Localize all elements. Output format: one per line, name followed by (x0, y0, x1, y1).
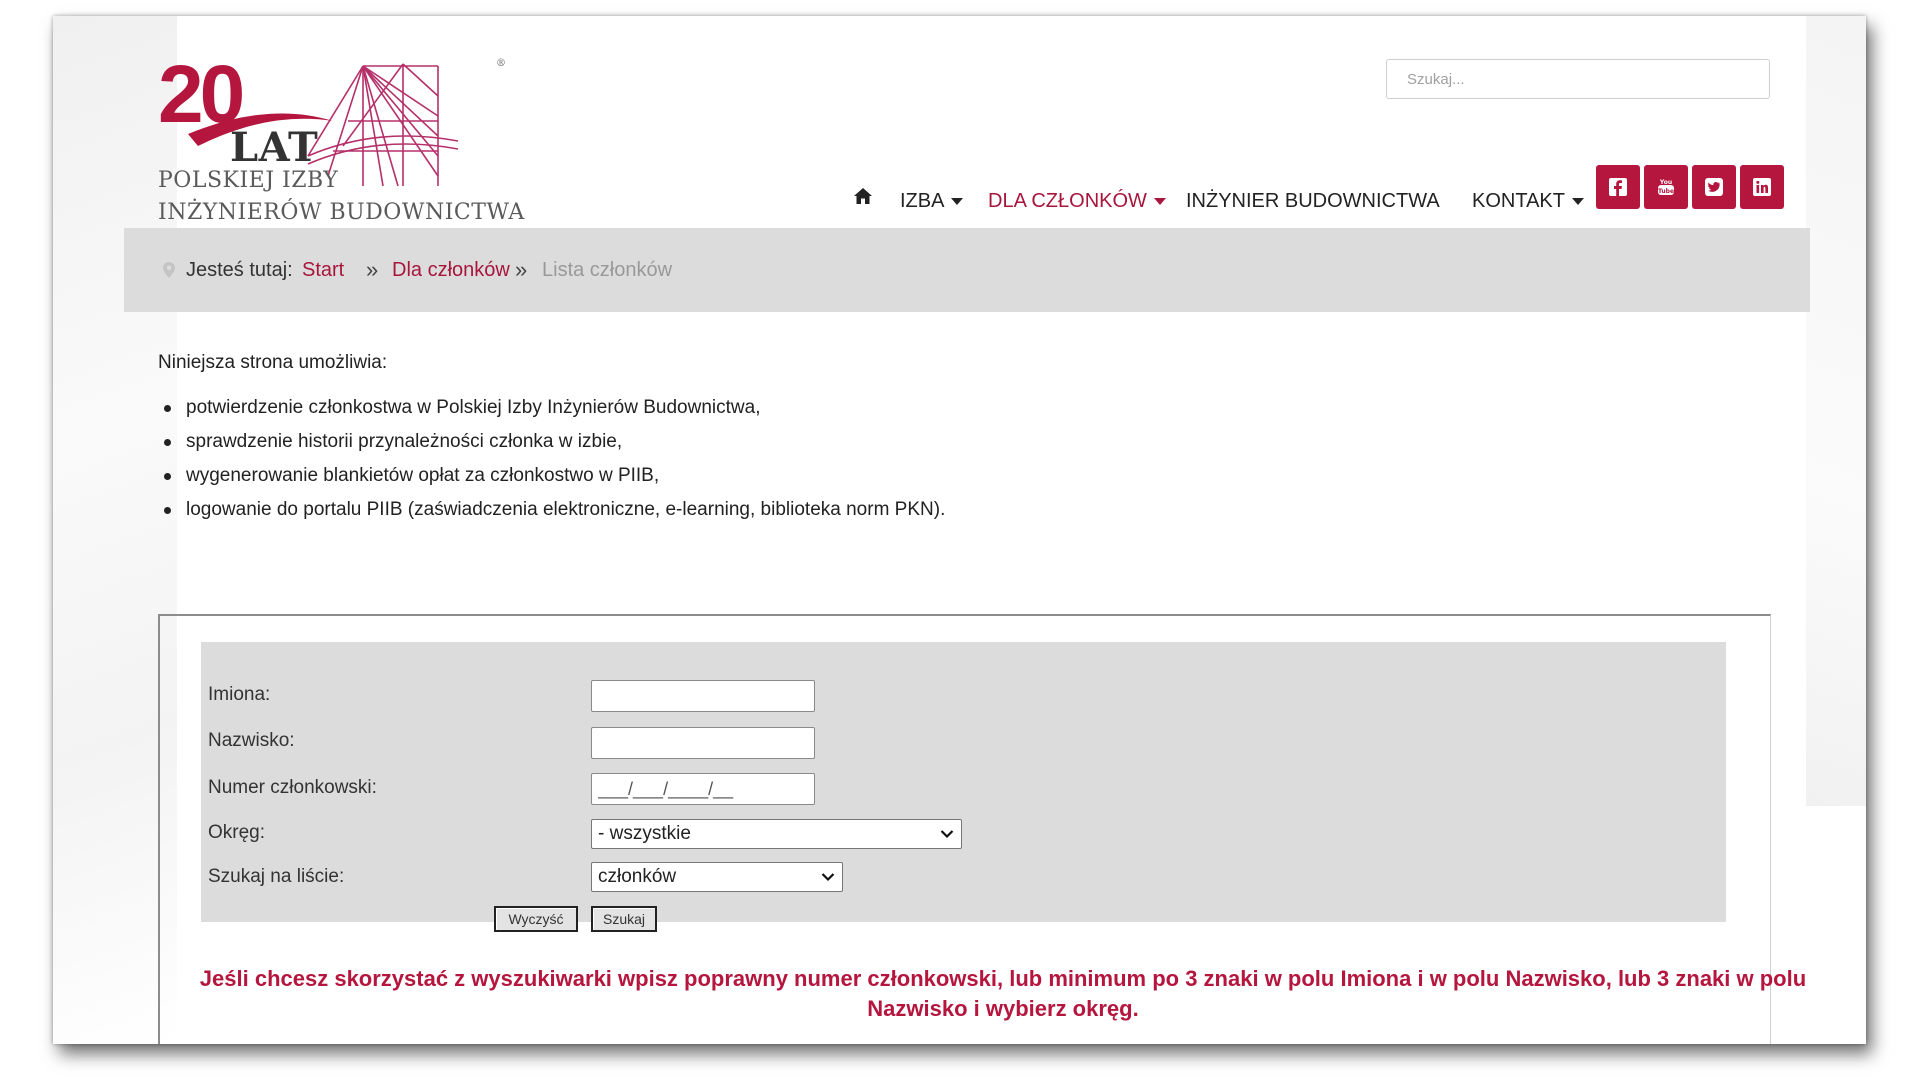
breadcrumb-separator: » (366, 257, 379, 282)
youtube-button[interactable]: You Tube (1644, 165, 1688, 209)
site-header: 20 LAT POLSKIEJ IZBY INŻYNIERÓW BUDOWNIC… (53, 16, 1866, 228)
list-item: potwierdzenie członkostwa w Polskiej Izb… (158, 391, 945, 425)
home-icon[interactable] (853, 186, 873, 206)
twitter-button[interactable] (1692, 165, 1736, 209)
district-label: Okręg: (208, 822, 266, 843)
nav-item-izba[interactable]: IZBA (900, 176, 964, 226)
list-type-label: Szukaj na liście: (208, 866, 345, 887)
list-type-select[interactable]: członków (591, 862, 843, 892)
breadcrumb-separator: » (515, 257, 528, 282)
first-names-input[interactable] (591, 680, 815, 712)
chevron-down-icon (940, 830, 954, 839)
district-select-value: - wszystkie (598, 823, 691, 844)
list-item: sprawdzenie historii przynależności czło… (158, 425, 945, 459)
list-item: logowanie do portalu PIIB (zaświadczenia… (158, 493, 945, 527)
nav-item-label: IZBA (900, 190, 945, 212)
nav-item-kontakt[interactable]: KONTAKT (1472, 176, 1584, 226)
search-button[interactable]: Szukaj (591, 906, 657, 932)
logo-line-1: POLSKIEJ IZBY (158, 168, 339, 193)
surname-label: Nazwisko: (208, 730, 295, 751)
nav-item-label: KONTAKT (1472, 190, 1565, 212)
member-number-label: Numer członkowski: (208, 777, 377, 798)
nav-item-label: DLA CZŁONKÓW (988, 190, 1147, 212)
caret-down-icon (951, 198, 964, 206)
breadcrumb-item-start[interactable]: Start (302, 228, 344, 312)
nav-item-inzynier-budownictwa[interactable]: INŻYNIER BUDOWNICTWA (1186, 176, 1440, 226)
site-search-input[interactable] (1386, 59, 1770, 99)
chevron-down-icon (821, 873, 835, 882)
linkedin-icon (1753, 178, 1771, 196)
linkedin-button[interactable] (1740, 165, 1784, 209)
clear-button[interactable]: Wyczyść (494, 906, 578, 932)
district-select[interactable]: - wszystkie (591, 819, 962, 849)
breadcrumb-label: Jesteś tutaj: (186, 259, 293, 281)
nav-item-dla-czlonkow[interactable]: DLA CZŁONKÓW (988, 176, 1166, 226)
facebook-button[interactable] (1596, 165, 1640, 209)
svg-text:You: You (1659, 179, 1672, 186)
twitter-icon (1705, 178, 1723, 196)
first-names-label: Imiona: (208, 684, 271, 705)
surname-input[interactable] (591, 727, 815, 759)
breadcrumb: Jesteś tutaj: Start » Dla członków » Lis… (124, 228, 1810, 312)
location-pin-icon (163, 262, 175, 278)
breadcrumb-item-current: Lista członków (542, 259, 673, 281)
intro-text: Niniejsza strona umożliwia: (158, 352, 388, 373)
page: 20 LAT POLSKIEJ IZBY INŻYNIERÓW BUDOWNIC… (53, 16, 1866, 1044)
intro-bullet-list: potwierdzenie członkostwa w Polskiej Izb… (158, 391, 945, 527)
list-item: wygenerowanie blankietów opłat za członk… (158, 459, 945, 493)
nav-item-label: INŻYNIER BUDOWNICTWA (1186, 190, 1440, 212)
caret-down-icon (1153, 198, 1166, 206)
youtube-icon: You Tube (1658, 179, 1674, 195)
logo-line-2: INŻYNIERÓW BUDOWNICTWA (158, 200, 525, 225)
facebook-icon (1609, 178, 1627, 196)
search-instructions-warning: Jeśli chcesz skorzystać z wyszukiwarki w… (199, 966, 1807, 1021)
logo-registered-mark: ® (496, 58, 507, 69)
member-search-form: Imiona: Nazwisko: Numer członkowski: Okr… (201, 642, 1726, 932)
logo-lat: LAT (230, 124, 319, 171)
caret-down-icon (1571, 198, 1584, 206)
logo-number: 20 (158, 49, 245, 140)
svg-text:Tube: Tube (1658, 188, 1674, 195)
piib-20-years-logo[interactable]: 20 LAT POLSKIEJ IZBY INŻYNIERÓW BUDOWNIC… (158, 46, 538, 236)
breadcrumb-item-dla-czlonkow[interactable]: Dla członków (392, 228, 510, 312)
list-type-select-value: członków (598, 866, 677, 887)
member-number-input[interactable] (591, 773, 815, 805)
